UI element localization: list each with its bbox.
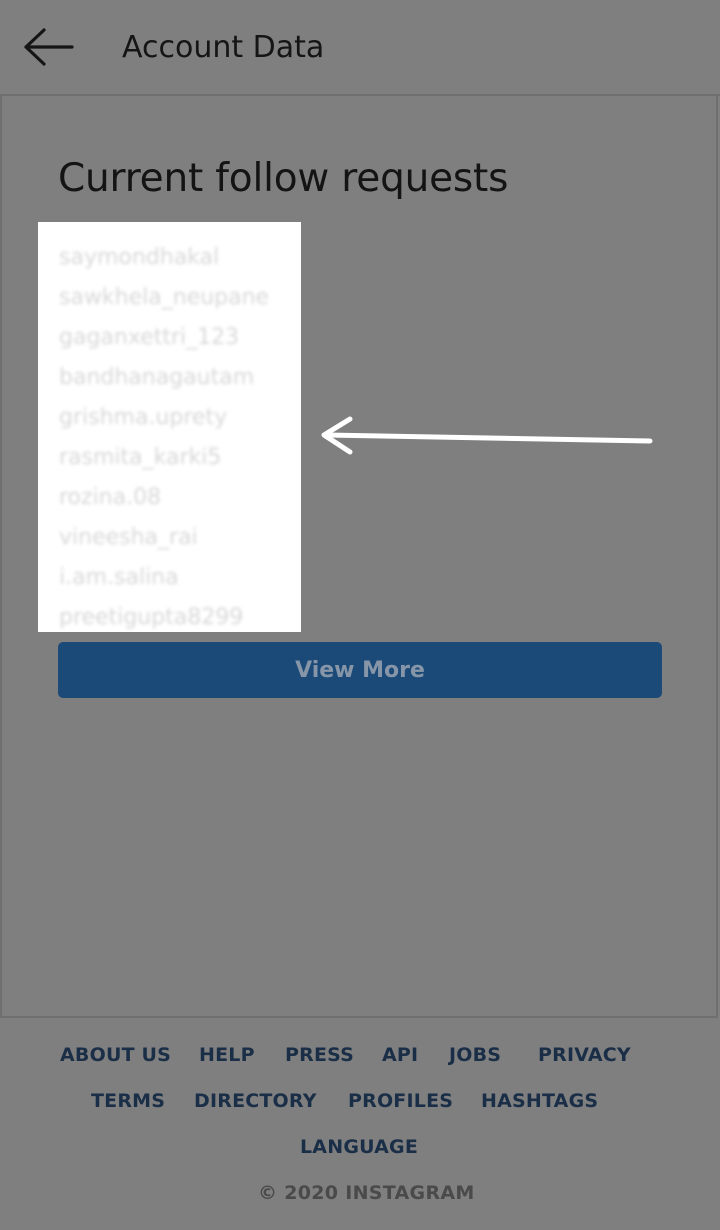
back-button[interactable] <box>18 22 78 72</box>
footer-link-jobs[interactable]: JOBS <box>449 1043 501 1067</box>
footer-link-about-us[interactable]: ABOUT US <box>60 1043 171 1067</box>
footer-link-directory[interactable]: DIRECTORY <box>194 1089 317 1113</box>
list-item: rasmita_karki5 <box>59 445 222 470</box>
footer-link-press[interactable]: PRESS <box>285 1043 354 1067</box>
page-title: Account Data <box>122 30 325 65</box>
account-data-page: Account Data Current follow requests say… <box>0 0 720 1230</box>
list-item: preetigupta8299 <box>59 605 244 630</box>
list-item: bandhanagautam <box>59 365 255 390</box>
footer-link-profiles[interactable]: PROFILES <box>348 1089 453 1113</box>
list-item: gaganxettri_123 <box>59 325 240 350</box>
footer-link-api[interactable]: API <box>382 1043 418 1067</box>
footer-link-privacy[interactable]: PRIVACY <box>538 1043 631 1067</box>
list-item: i.am.salina <box>59 565 179 590</box>
view-more-button[interactable]: View More <box>58 642 662 698</box>
footer-link-language[interactable]: LANGUAGE <box>300 1135 418 1159</box>
list-item: sawkhela_neupane <box>59 285 270 310</box>
list-item: vineesha_rai <box>59 525 198 550</box>
list-item: rozina.08 <box>59 485 162 510</box>
arrow-left-icon <box>24 28 74 66</box>
footer-link-help[interactable]: HELP <box>199 1043 255 1067</box>
top-bar: Account Data <box>0 0 720 96</box>
list-item: saymondhakal <box>59 245 220 270</box>
list-item: grishma.uprety <box>59 405 228 430</box>
copyright-text: © 2020 INSTAGRAM <box>258 1182 475 1204</box>
section-title: Current follow requests <box>58 156 509 201</box>
follow-request-list: saymondhakal sawkhela_neupane gaganxettr… <box>38 222 301 632</box>
annotation-arrow-icon <box>321 416 653 455</box>
footer-link-hashtags[interactable]: HASHTAGS <box>481 1089 598 1113</box>
footer-link-terms[interactable]: TERMS <box>91 1089 165 1113</box>
